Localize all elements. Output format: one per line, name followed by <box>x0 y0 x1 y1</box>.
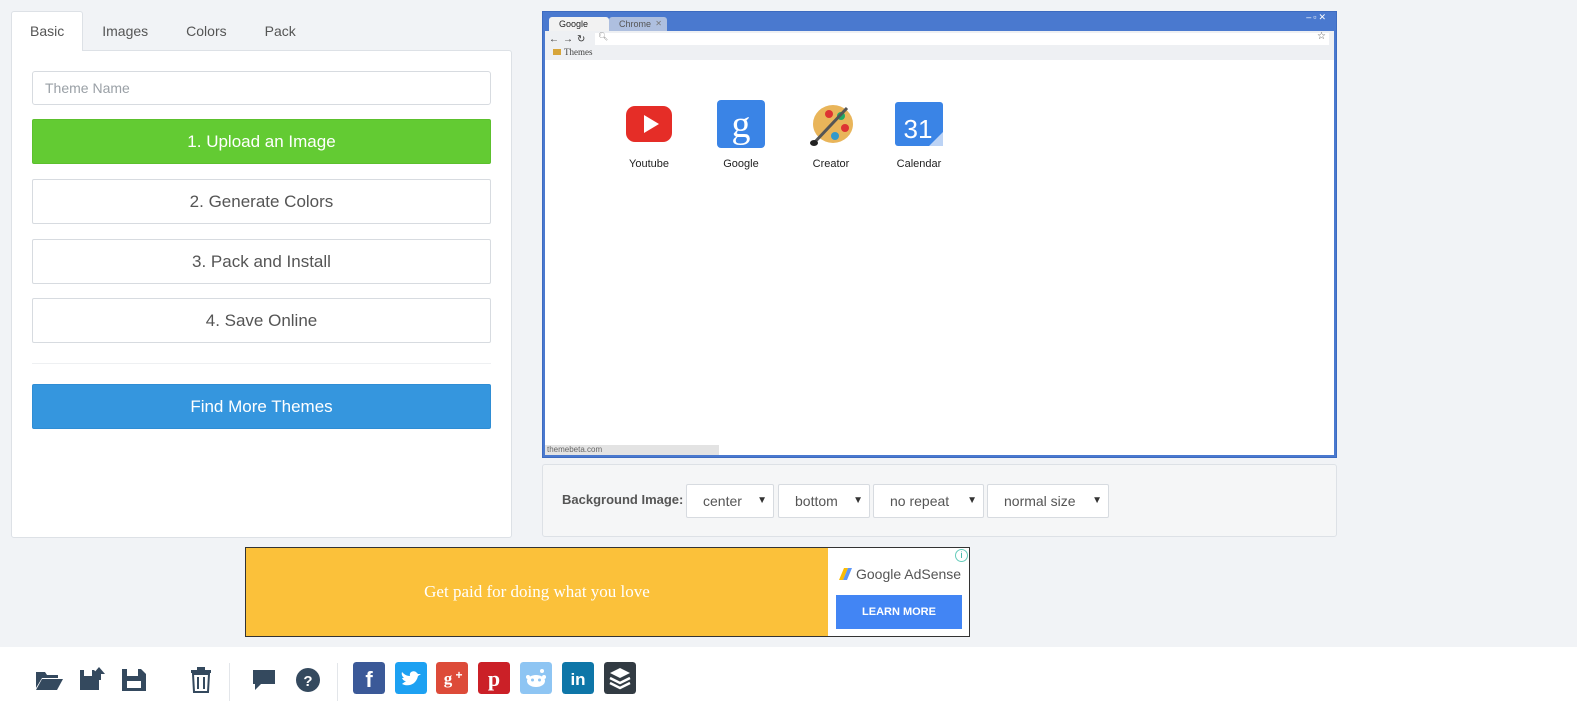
size-select[interactable]: normal size ▼ <box>987 484 1109 518</box>
ad-headline[interactable]: Get paid for doing what you love <box>246 548 828 636</box>
basic-panel: 1. Upload an Image 2. Generate Colors 3.… <box>11 50 512 538</box>
svg-text:p: p <box>488 666 500 691</box>
svg-text:f: f <box>365 667 373 692</box>
svg-text:g: g <box>444 669 453 688</box>
preview-tab-active: Google <box>549 17 609 31</box>
pack-install-button[interactable]: 3. Pack and Install <box>32 239 491 284</box>
chevron-down-icon: ▼ <box>853 495 863 506</box>
app-youtube: Youtube <box>614 100 684 170</box>
background-image-label: Background Image: <box>562 492 684 507</box>
adsense-label: Google AdSense <box>856 566 962 582</box>
preview-tab-inactive: Chrome ✕ <box>609 17 667 31</box>
svg-text:31: 31 <box>904 114 933 144</box>
app-label-creator: Creator <box>812 158 850 170</box>
preview-omnibox: 🔍︎ ☆ <box>595 31 1329 45</box>
ad-brand-panel: Google AdSense LEARN MORE <box>828 548 969 636</box>
bookmark-favicon-icon <box>553 49 561 55</box>
close-icon: ✕ <box>655 19 662 28</box>
app-label-google: Google <box>723 158 759 170</box>
ad-info-icon[interactable]: i <box>955 549 968 562</box>
tab-colors[interactable]: Colors <box>167 11 245 51</box>
svg-text:in: in <box>570 670 585 689</box>
position-x-value: center <box>703 493 742 509</box>
palette-icon <box>810 105 853 146</box>
position-y-select[interactable]: bottom ▼ <box>778 484 870 518</box>
app-google: g Google <box>706 100 776 170</box>
size-value: normal size <box>1004 493 1076 509</box>
navigation-icons: ←→↻ <box>549 34 590 45</box>
app-label-calendar: Calendar <box>896 158 942 170</box>
chevron-down-icon: ▼ <box>967 495 977 506</box>
theme-name-input[interactable] <box>32 71 491 105</box>
repeat-select[interactable]: no repeat ▼ <box>873 484 984 518</box>
upload-image-button[interactable]: 1. Upload an Image <box>32 119 491 164</box>
linkedin-icon[interactable]: in <box>562 662 594 694</box>
folder-open-icon[interactable] <box>34 664 64 694</box>
google-plus-icon[interactable]: g + <box>436 662 468 694</box>
background-options: Background Image: center ▼ bottom ▼ no rep… <box>542 464 1337 537</box>
theme-preview: Google Chrome ✕ –▫✕ ←→↻ 🔍︎ ☆ Themes Yout… <box>542 11 1337 458</box>
preview-status-bar: themebeta.com <box>545 445 719 455</box>
advertisement[interactable]: Get paid for doing what you love Google … <box>245 547 970 637</box>
app-label-youtube: Youtube <box>629 158 669 170</box>
toolbar-separator <box>229 663 230 701</box>
help-icon[interactable]: ? <box>293 664 323 694</box>
toolbar-separator <box>337 663 338 701</box>
bookmark-label: Themes <box>564 47 593 57</box>
chevron-down-icon: ▼ <box>757 495 767 506</box>
editor-tabs: Basic Images Colors Pack <box>11 11 315 51</box>
app-calendar: 31 Calendar <box>884 100 954 170</box>
trash-icon[interactable] <box>186 664 216 694</box>
pinterest-icon[interactable]: p <box>478 662 510 694</box>
adsense-brand: Google AdSense <box>838 566 961 582</box>
window-controls-icon: –▫✕ <box>1306 12 1328 22</box>
preview-content: Youtube g Google Creator 31 Calendar the… <box>545 60 1334 455</box>
generate-colors-button[interactable]: 2. Generate Colors <box>32 179 491 224</box>
save-online-button[interactable]: 4. Save Online <box>32 298 491 343</box>
position-y-value: bottom <box>795 493 838 509</box>
learn-more-button[interactable]: LEARN MORE <box>836 595 962 629</box>
app-creator: Creator <box>796 100 866 170</box>
tab-basic[interactable]: Basic <box>11 11 84 51</box>
tab-images[interactable]: Images <box>83 11 167 51</box>
repeat-value: no repeat <box>890 493 950 509</box>
tab-pack[interactable]: Pack <box>246 11 315 51</box>
star-icon: ☆ <box>1317 31 1326 42</box>
facebook-icon[interactable]: f <box>353 662 385 694</box>
position-x-select[interactable]: center ▼ <box>686 484 774 518</box>
bookmark-themes: Themes <box>553 47 593 57</box>
save-icon[interactable] <box>119 664 149 694</box>
buffer-icon[interactable] <box>604 662 636 694</box>
calendar-icon: 31 <box>895 102 943 146</box>
preview-toolbar: ←→↻ 🔍︎ ☆ Themes <box>545 31 1334 60</box>
youtube-icon <box>626 106 672 142</box>
google-icon: g <box>717 100 765 148</box>
search-icon: 🔍︎ <box>598 32 609 41</box>
svg-text:?: ? <box>303 673 312 690</box>
twitter-icon[interactable] <box>395 662 427 694</box>
footer-toolbar: ? f g + p in <box>0 647 1577 708</box>
chevron-down-icon: ▼ <box>1092 495 1102 506</box>
adsense-logo-icon <box>839 568 852 580</box>
preview-tab-label: Chrome <box>619 19 652 29</box>
comment-icon[interactable] <box>249 664 279 694</box>
save-upload-icon[interactable] <box>77 664 107 694</box>
reddit-icon[interactable] <box>520 662 552 694</box>
svg-text:+: + <box>455 668 462 682</box>
svg-text:g: g <box>732 104 751 146</box>
find-more-themes-button[interactable]: Find More Themes <box>32 384 491 429</box>
panel-divider <box>32 363 491 364</box>
